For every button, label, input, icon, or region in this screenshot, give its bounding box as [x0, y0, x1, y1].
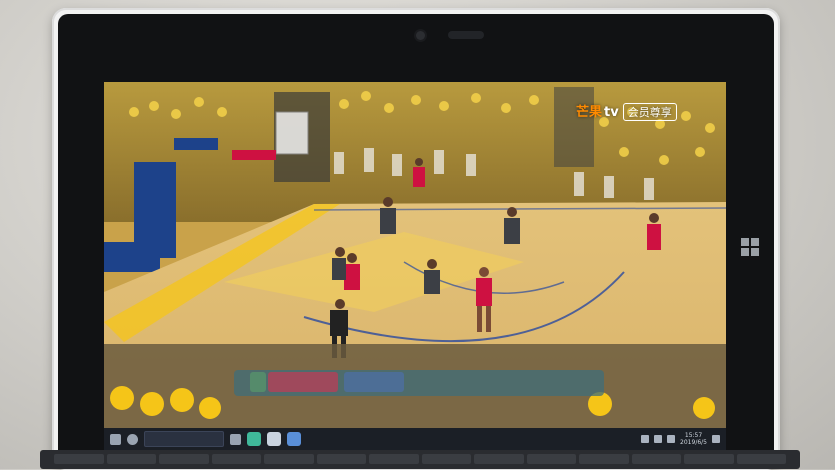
- key[interactable]: [421, 454, 471, 464]
- key[interactable]: [474, 454, 524, 464]
- keyboard-cover: [40, 450, 800, 469]
- spalding-board: [104, 242, 160, 272]
- channel-logo-main: tv: [604, 105, 619, 120]
- blurred-score-green: [250, 372, 266, 392]
- network-icon[interactable]: [641, 435, 650, 443]
- key[interactable]: [316, 454, 366, 464]
- blurred-score-blue: [344, 372, 404, 392]
- clock-time: 15:57: [684, 432, 703, 439]
- windows-logo-icon[interactable]: [741, 238, 759, 256]
- sensor-bar: [448, 31, 484, 39]
- taskbar: 15:57 2019/6/5: [104, 428, 726, 450]
- tunnel-right: [554, 87, 594, 167]
- system-tray: 15:57 2019/6/5: [641, 432, 726, 446]
- cortana-icon[interactable]: [127, 433, 138, 445]
- key[interactable]: [106, 454, 156, 464]
- key[interactable]: [631, 454, 681, 464]
- key[interactable]: [54, 454, 104, 464]
- battery-icon[interactable]: [667, 435, 676, 443]
- ad-board-statefarm: [232, 150, 276, 160]
- membership-badge: 会员尊享: [622, 103, 677, 121]
- basketball-scene: [104, 82, 726, 428]
- ad-board-tickets: [174, 138, 218, 150]
- blurred-score-red: [268, 372, 338, 392]
- key[interactable]: [579, 454, 629, 464]
- key[interactable]: [736, 454, 786, 464]
- task-view-icon[interactable]: [230, 433, 241, 445]
- key[interactable]: [211, 454, 261, 464]
- volume-icon[interactable]: [654, 435, 663, 443]
- clock-date: 2019/6/5: [680, 439, 707, 446]
- key[interactable]: [369, 454, 419, 464]
- channel-logo-prefix: 芒果: [576, 105, 603, 120]
- video-screen[interactable]: 芒果 tv 会员尊享: [104, 82, 726, 428]
- app-icon-edge[interactable]: [287, 432, 301, 446]
- key[interactable]: [159, 454, 209, 464]
- notifications-icon[interactable]: [712, 435, 720, 443]
- clock[interactable]: 15:57 2019/6/5: [680, 432, 707, 446]
- key[interactable]: [684, 454, 734, 464]
- camera-icon: [416, 31, 425, 40]
- player-red-right: [647, 213, 661, 250]
- app-icon-green[interactable]: [247, 432, 261, 446]
- key[interactable]: [526, 454, 576, 464]
- search-input[interactable]: [144, 431, 224, 447]
- channel-logo: 芒果 tv 会员尊享: [572, 100, 681, 122]
- key[interactable]: [264, 454, 314, 464]
- start-icon[interactable]: [110, 433, 121, 445]
- backboard: [275, 111, 309, 155]
- app-icon-folder[interactable]: [267, 432, 281, 446]
